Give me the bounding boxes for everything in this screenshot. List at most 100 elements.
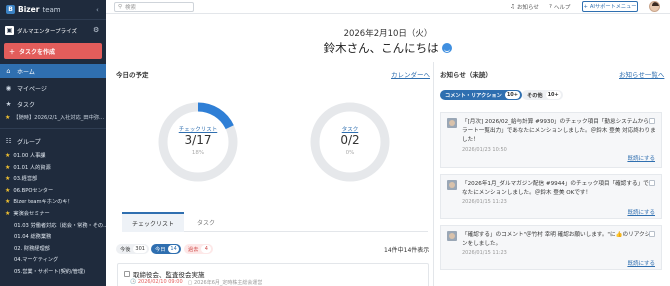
avatar [447,231,457,241]
bizer-logo-icon: B [6,5,15,14]
tab-checklist[interactable]: チェックリスト [122,212,184,232]
avatar [447,180,457,190]
checklist-value: 3/17 [184,133,212,147]
help-button[interactable]: ? ヘルプ [549,3,570,11]
notice-checkbox[interactable] [649,118,655,124]
group-label: 01.03 労働者対応（総会・常務・その… [14,222,106,229]
task-link[interactable]: タスク [310,125,390,133]
mark-read-link[interactable]: 既読にする [627,154,655,162]
filter-today[interactable]: 今日 14 [151,244,181,254]
notice-item[interactable]: 「[月次] 2026/02_給与計算 #9930」のチェック項目「勤怠システムか… [440,112,662,168]
topbar: ⚲ 検索 ♫ お知らせ ? ヘルプ + AIサポートメニュー [106,0,670,14]
star-icon: ★ [5,175,11,183]
mark-read-link[interactable]: 既読にする [627,208,655,216]
tab-count: 10+ [545,91,561,99]
sidebar-item-label: マイページ [17,85,47,93]
filter-label: 今後 [120,246,131,253]
task-meta: 🕒 2026/02/10 09:00 ▢ 2026年6月_定時株主総会運営 [130,279,262,286]
star-icon: ★ [5,186,11,194]
sidebar-group-item[interactable]: ★ 03.経営部 [5,175,37,182]
org-switcher[interactable]: ▣ ダルマエンタープライズ [5,26,77,35]
tab-label: その他 [527,92,543,99]
task-value: 0/2 [340,133,360,147]
brand-name: Bizer [18,5,40,14]
smile-icon [442,43,453,53]
plus-icon: + [583,3,588,10]
notice-button[interactable]: ♫ お知らせ [510,3,539,11]
mark-read-link[interactable]: 既読にする [627,259,655,267]
notice-date: 2026/01/15 11:23 [462,250,507,256]
sidebar-item-task[interactable]: ★ タスク [0,97,106,111]
filter-past[interactable]: 過去 4 [184,244,214,254]
task-checkbox[interactable] [124,271,130,277]
group-label: 01.01 人的資源 [13,164,51,171]
help-icon: ? [549,4,552,10]
star-icon: ★ [5,114,11,121]
filter-label: 過去 [188,246,199,253]
sidebar-group-item[interactable]: 01.03 労働者対応（総会・常務・その… [14,222,106,229]
org-avatar-icon: ▣ [5,26,14,35]
sidebar-item-mypage[interactable]: ◉ マイページ [0,81,106,95]
bell-icon: ♫ [510,4,515,10]
notice-text: 「確認する」のコメント"＠竹村 幸明 確認お願いします。"に👍のリアクションをし… [462,232,656,247]
sidebar-group-item[interactable]: ★ 01.01 人的資源 [5,164,51,171]
star-icon: ★ [5,210,11,217]
task-group: ▢ 2026年6月_定時株主総会運営 [187,280,263,286]
search-icon: ⚲ [118,4,123,10]
star-icon: ★ [5,198,11,206]
filter-upcoming[interactable]: 今後 301 [116,244,149,254]
collapse-sidebar-icon[interactable]: ‹ [96,6,99,14]
sidebar-group-item[interactable]: ★ 06.BPOセンター [5,187,53,194]
tab-task[interactable]: タスク [184,212,228,232]
filter-count: 301 [133,245,147,253]
notice-text: 「[月次] 2026/02_給与計算 #9930」のチェック項目「勤怠システムか… [462,119,656,143]
notices-list-link[interactable]: お知らせ一覧へ [619,69,664,79]
sidebar-item-label: タスク [17,101,36,109]
task-donut: タスク 0/2 0% [310,102,390,182]
group-label: 02. 財務経理部 [14,245,50,252]
task-percent: 0% [345,150,355,156]
gear-icon[interactable]: ⚙ [93,26,99,34]
checklist-link[interactable]: チェックリスト [158,125,238,133]
sidebar-item-label: グループ [17,138,41,146]
sidebar-group-item[interactable]: ★ Bizer teamキホンのキ！ [5,198,73,205]
notice-checkbox[interactable] [649,180,655,186]
support-label: AIサポートメニュー [589,4,637,10]
sidebar-group-item[interactable]: ★ 01.00 人事課 [5,152,45,159]
group-label: 04.マーケティング [14,257,59,264]
help-label: ヘルプ [553,5,571,11]
ai-support-menu-button[interactable]: + AIサポートメニュー [582,1,638,12]
sidebar-group-item[interactable]: 02. 財務経理部 [14,245,50,252]
notice-checkbox[interactable] [649,231,655,237]
avatar[interactable] [649,1,660,12]
search-input[interactable]: ⚲ 検索 [114,2,194,12]
sidebar-group-item[interactable]: 04.マーケティング [14,256,58,263]
notice-item[interactable]: 「確認する」のコメント"＠竹村 幸明 確認お願いします。"に👍のリアクションをし… [440,225,662,270]
schedule-title: 今日の予定 [116,71,149,79]
sidebar-group-item[interactable]: ★ 実演会セミナー [5,210,50,217]
group-label: 06.BPOセンター [13,187,54,194]
task-card[interactable]: 取締役会、監査役会実施 🕒 2026/02/10 09:00 ▢ 2026年6月… [117,263,429,286]
sidebar-group-item[interactable]: 05.営業・サポート(契約/管理) [14,268,85,275]
group-label: 01.00 人事課 [13,153,46,159]
task-title: 取締役会、監査役会実施 [124,269,205,279]
sidebar-task-item[interactable]: ★ 【随時】2026/2/1_入社対応_田中弥… [5,114,105,121]
tab-other[interactable]: その他 10+ [522,90,563,100]
create-task-button[interactable]: ＋ タスクを作成 [4,43,102,59]
due-date: 🕒 2026/02/10 09:00 [130,279,183,285]
notice-label: お知らせ [516,5,539,11]
notices-title: お知らせ（未読） [440,71,492,79]
star-icon: ★ [5,152,11,159]
tab-comment-reaction[interactable]: コメント・リアクション 10+ [440,90,522,100]
notice-date: 2026/01/15 11:23 [462,199,507,205]
calendar-link[interactable]: カレンダーへ [391,69,430,79]
tab-count: 10+ [504,91,520,99]
sidebar-item-home[interactable]: ⌂ ホーム [0,64,106,78]
sidebar-group-item[interactable]: 01.04 総務業務 [14,233,51,240]
brand-logo[interactable]: B Bizer team [6,5,61,14]
notice-item[interactable]: 「2026年1月_ダルマガジン配信 #9944」のチェック項目「確認する」であな… [440,174,662,219]
star-icon: ★ [5,163,11,171]
group-label: 05.営業・サポート(契約/管理) [14,269,86,275]
checklist-percent: 18% [191,150,205,156]
sidebar-item-group[interactable]: ☷ グループ [0,134,106,148]
